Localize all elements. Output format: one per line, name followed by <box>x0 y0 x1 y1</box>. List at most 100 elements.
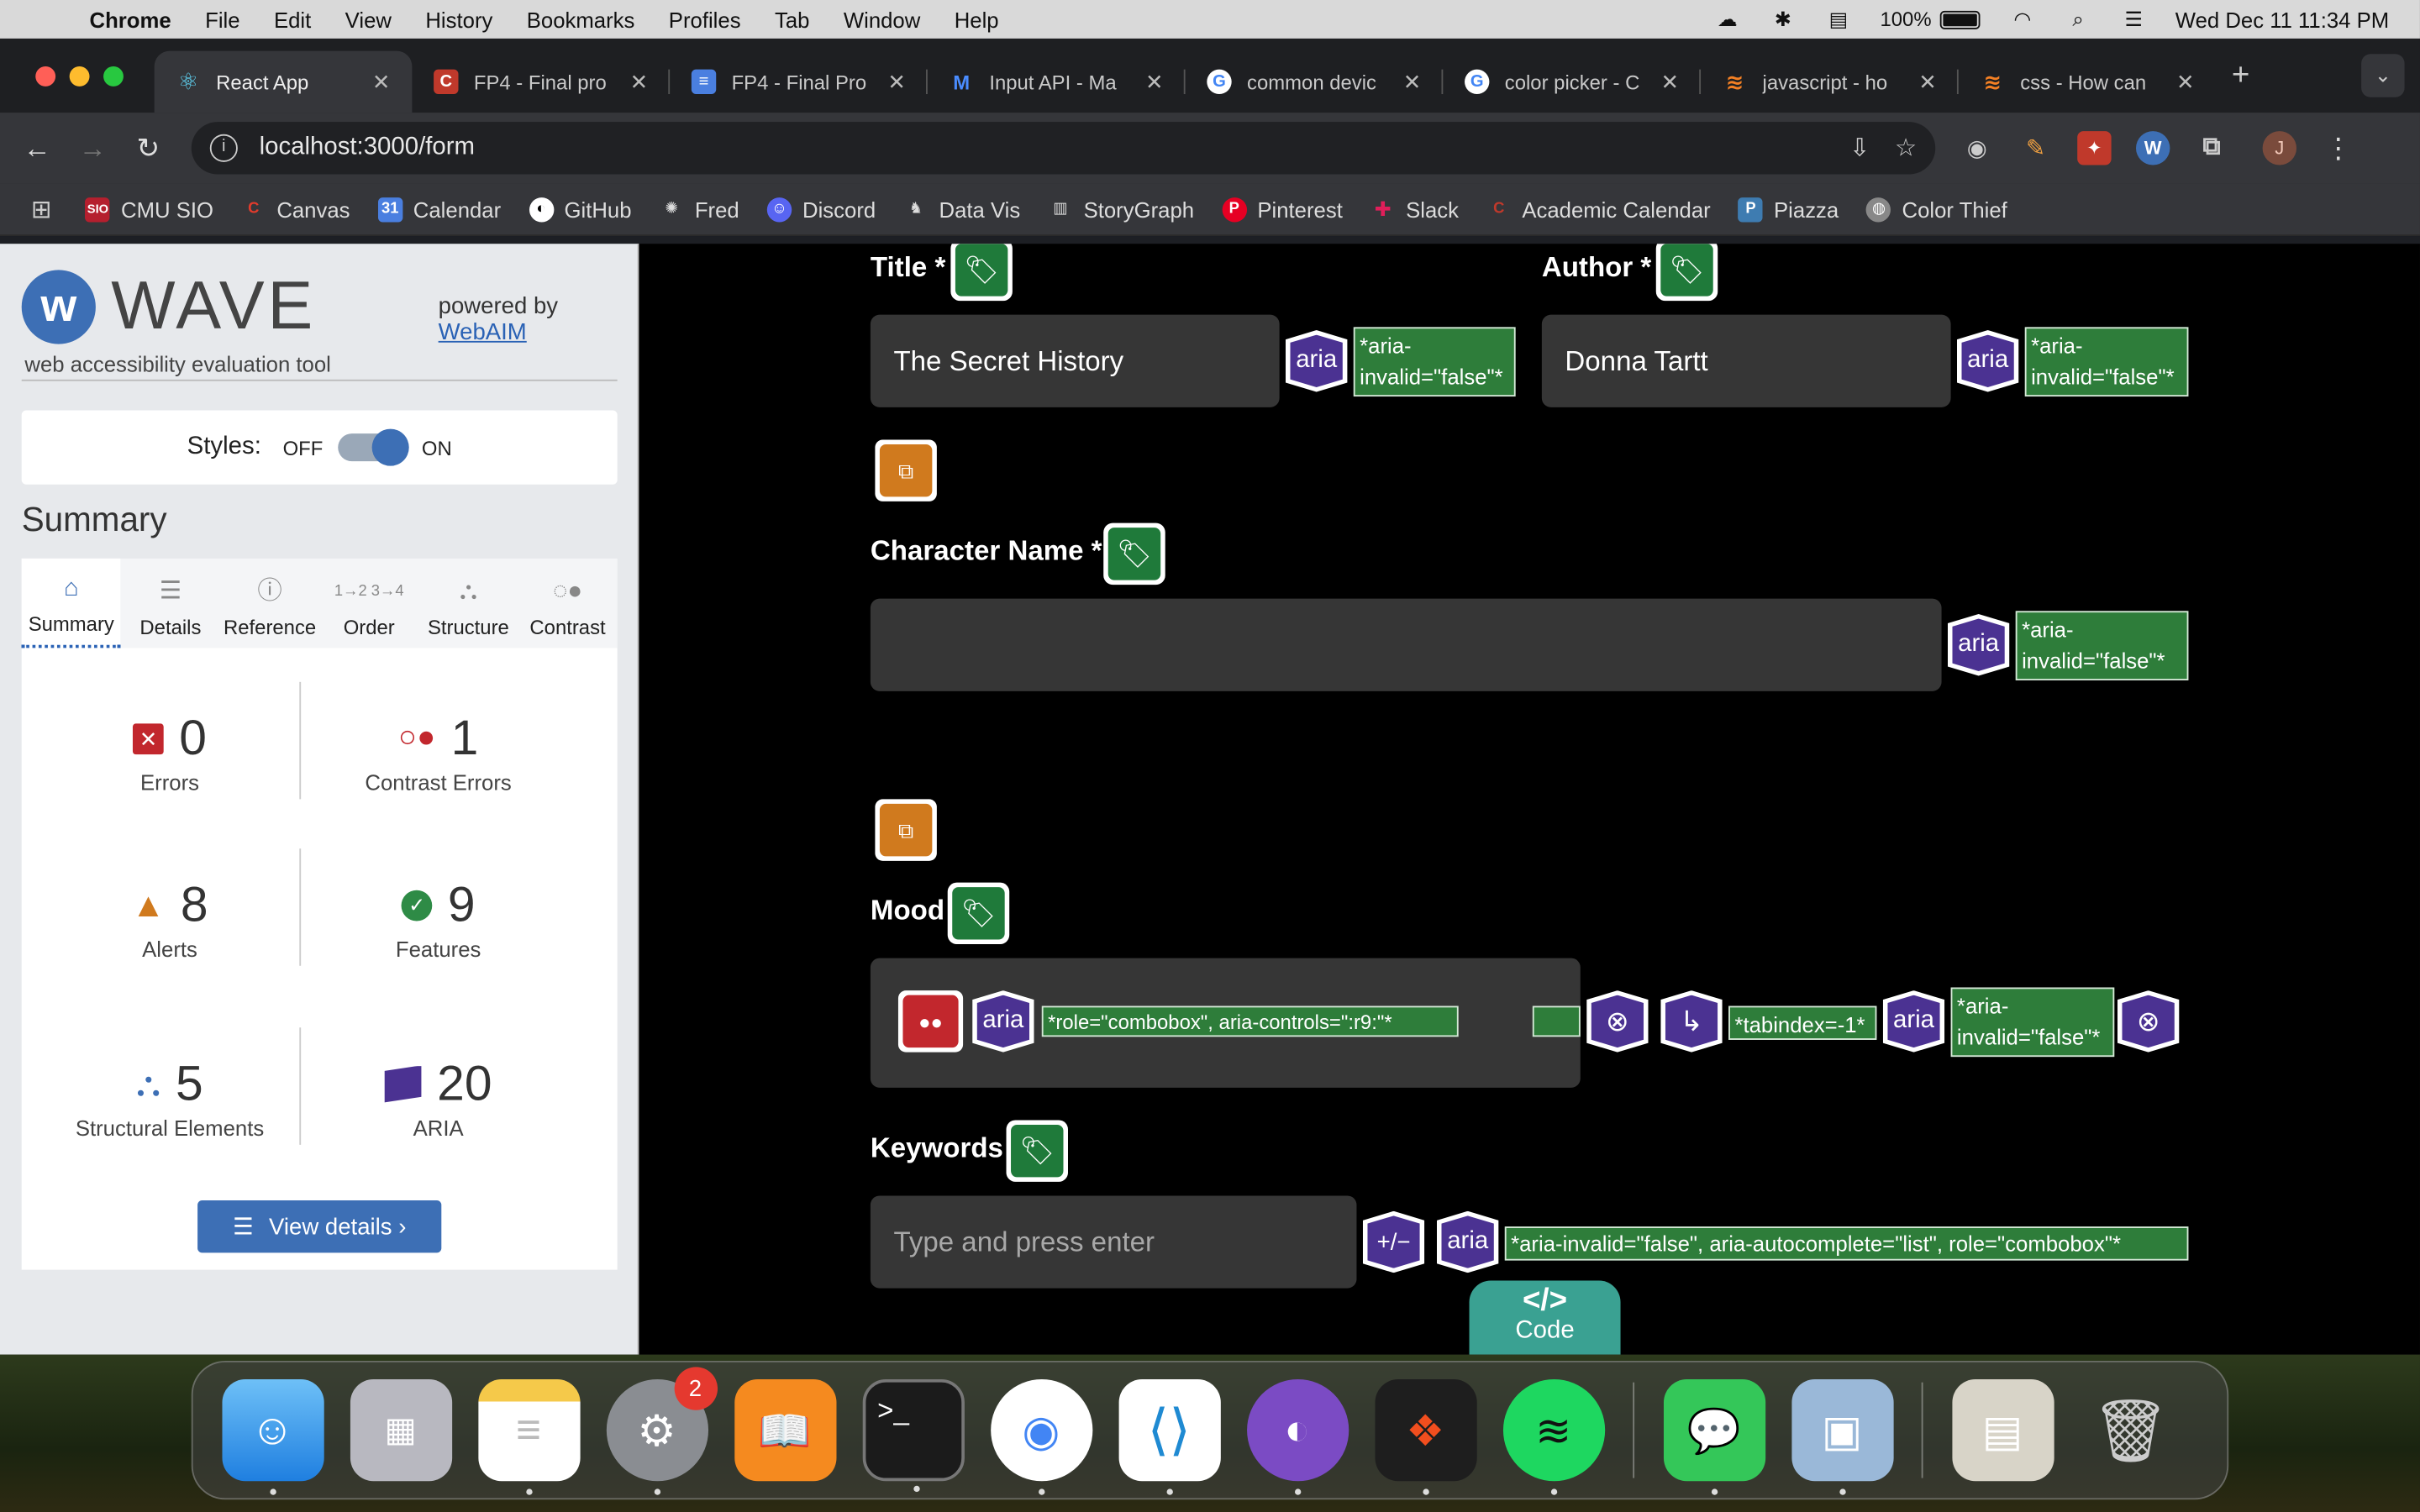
aria-badge-icon[interactable]: aria <box>1956 330 2019 392</box>
launchpad-icon[interactable]: ▦ <box>350 1379 452 1482</box>
vscode-icon[interactable]: ⟨⟩ <box>1118 1379 1220 1495</box>
menu-view[interactable]: View <box>345 7 392 31</box>
system-settings-icon[interactable]: ⚙ 2 <box>605 1367 718 1495</box>
stat-aria[interactable]: 20 ARIA <box>299 1055 577 1140</box>
tab-fp4-final-pro-canvas[interactable]: C FP4 - Final pro ✕ <box>412 51 671 113</box>
keyboard-icon[interactable]: ▤ <box>1824 8 1852 30</box>
apps-grid-icon[interactable]: ⊞ <box>31 194 52 225</box>
bookmark-piazza[interactable]: P Piazza <box>1738 197 1839 222</box>
menu-file[interactable]: File <box>205 7 239 31</box>
bookmark-cmu-sio[interactable]: SIO CMU SIO <box>85 197 213 222</box>
tab-summary[interactable]: ⌂ Summary <box>21 558 121 648</box>
alert-icon[interactable]: ⧉ <box>875 799 937 861</box>
label-tag-icon[interactable]: 🏷 <box>1103 522 1165 585</box>
trash-icon[interactable]: 🗑 <box>2080 1379 2181 1481</box>
screenshot-camera-icon[interactable]: ◉ <box>1960 131 1994 165</box>
wifi-icon[interactable]: ◠ <box>2008 8 2036 30</box>
character-name-input[interactable] <box>870 598 1942 691</box>
tab-reference[interactable]: ⓘ Reference <box>220 559 319 648</box>
tab-contrast[interactable]: ◌● Contrast <box>518 559 617 648</box>
profile-avatar[interactable]: J <box>2262 131 2297 165</box>
bookmark-calendar[interactable]: 31 Calendar <box>377 197 501 222</box>
stat-alerts[interactable]: ▲ 8 Alerts <box>31 876 309 961</box>
keywords-input[interactable]: Type and press enter <box>870 1195 1357 1289</box>
figma-icon[interactable]: ❖ <box>1374 1379 1476 1495</box>
install-app-icon[interactable]: ⇩ <box>1849 133 1870 164</box>
close-tab-icon[interactable]: ✕ <box>884 69 908 95</box>
maximize-window-button[interactable] <box>103 66 124 86</box>
view-details-button[interactable]: ☰ View details › <box>197 1200 442 1253</box>
color-picker-icon[interactable]: ✎ <box>2018 131 2052 165</box>
preview-icon[interactable]: ▣ <box>1791 1379 1893 1495</box>
notes-icon[interactable]: ≡ <box>477 1379 580 1495</box>
close-tab-icon[interactable]: ✕ <box>627 69 651 95</box>
bookmark-storygraph[interactable]: ▥ StoryGraph <box>1048 197 1194 221</box>
minimize-window-button[interactable] <box>69 66 90 86</box>
close-tab-icon[interactable]: ✕ <box>1400 69 1424 95</box>
menu-window[interactable]: Window <box>844 7 920 31</box>
label-tag-icon[interactable]: 🏷 <box>1655 244 1718 302</box>
new-tab-button[interactable]: + <box>2232 58 2249 93</box>
label-tag-icon[interactable]: 🏷 <box>947 882 1010 945</box>
wave-code-tab[interactable]: </> Code <box>1469 1280 1621 1355</box>
tab-common-devic[interactable]: G common devic ✕ <box>1186 51 1444 113</box>
contrast-error-icon[interactable]: ●● <box>897 990 964 1053</box>
bookmark-data-vis[interactable]: ♞ Data Vis <box>903 197 1021 221</box>
books-icon[interactable]: 📖 <box>734 1379 836 1482</box>
aria-badge-icon[interactable]: aria <box>1285 330 1348 392</box>
extension-red-icon[interactable]: ✦ <box>2077 131 2112 165</box>
clear-x-icon[interactable]: ⊗ <box>1586 990 1649 1053</box>
bookmark-github[interactable]: ◐ GitHub <box>529 197 632 222</box>
spotlight-search-icon[interactable]: ⌕ <box>2065 8 2092 30</box>
stat-errors[interactable]: ✕ 0 Errors <box>31 710 309 795</box>
aria-badge-icon[interactable]: aria <box>1947 614 2010 676</box>
site-info-icon[interactable]: i <box>209 134 238 162</box>
bookmark-discord[interactable]: ☺ Discord <box>766 197 876 222</box>
bookmark-slack[interactable]: ✚ Slack <box>1370 197 1459 221</box>
finder-icon[interactable]: ☺ <box>221 1379 324 1495</box>
bookmark-pinterest[interactable]: P Pinterest <box>1222 197 1343 222</box>
bookmark-color-thief[interactable]: ◍ Color Thief <box>1866 197 2007 222</box>
aria-badge-icon[interactable]: aria <box>1882 990 1945 1053</box>
close-tab-icon[interactable]: ✕ <box>1658 69 1682 95</box>
clear-x-icon[interactable]: ⊗ <box>2117 990 2180 1053</box>
menu-bookmarks[interactable]: Bookmarks <box>527 7 635 31</box>
extensions-puzzle-icon[interactable]: ⧉ <box>2195 131 2228 165</box>
close-tab-icon[interactable]: ✕ <box>1142 69 1166 95</box>
tab-structure[interactable]: ⛬ Structure <box>418 559 518 648</box>
menu-tab[interactable]: Tab <box>775 7 809 31</box>
styles-toggle[interactable] <box>338 428 410 466</box>
menubar-clock[interactable]: Wed Dec 11 11:34 PM <box>2175 7 2389 31</box>
bookmark-fred[interactable]: ✺ Fred <box>660 197 739 221</box>
bookmark-star-icon[interactable]: ☆ <box>1895 133 1917 164</box>
aria-badge-icon[interactable]: aria <box>972 990 1034 1053</box>
stat-structural-elements[interactable]: ⛬ 5 Structural Elements <box>31 1055 309 1140</box>
tab-search-chevron-icon[interactable]: ⌄ <box>2361 54 2405 97</box>
tab-order-arrow-icon[interactable]: ↳ <box>1660 990 1723 1053</box>
control-center-icon[interactable]: ☰ <box>2120 8 2148 30</box>
menu-app-name[interactable]: Chrome <box>90 7 171 31</box>
reload-icon[interactable]: ↻ <box>129 129 166 166</box>
forward-arrow-icon[interactable]: → <box>74 129 111 166</box>
tab-color-picker[interactable]: G color picker - C ✕ <box>1443 51 1702 113</box>
bluetooth-icon[interactable]: ✱ <box>1769 8 1797 30</box>
close-window-button[interactable] <box>35 66 56 86</box>
label-tag-icon[interactable]: 🏷 <box>950 244 1013 302</box>
battery-status[interactable]: 100% <box>1881 8 1981 31</box>
title-input[interactable]: The Secret History <box>870 314 1280 407</box>
close-tab-icon[interactable]: ✕ <box>1915 69 1939 95</box>
aria-badge-icon[interactable]: aria <box>1436 1210 1499 1273</box>
bookmark-academic-calendar[interactable]: C Academic Calendar <box>1486 197 1711 221</box>
chrome-icon[interactable]: ◉ <box>990 1379 1092 1495</box>
bookmark-canvas[interactable]: C Canvas <box>241 197 350 221</box>
messages-icon[interactable]: 💬 <box>1663 1379 1765 1495</box>
tab-css-stackoverflow[interactable]: ≋ css - How can ✕ <box>1959 51 2217 113</box>
menu-edit[interactable]: Edit <box>274 7 311 31</box>
close-tab-icon[interactable]: ✕ <box>2173 69 2197 95</box>
apple-menu-icon[interactable] <box>34 5 61 33</box>
plus-minus-icon[interactable]: +/− <box>1362 1210 1425 1273</box>
back-arrow-icon[interactable]: ← <box>18 129 55 166</box>
author-input[interactable]: Donna Tartt <box>1541 314 1951 407</box>
spotify-icon[interactable]: ≋ <box>1502 1379 1605 1495</box>
tab-fp4-final-pro-docs[interactable]: ≡ FP4 - Final Pro ✕ <box>670 51 928 113</box>
